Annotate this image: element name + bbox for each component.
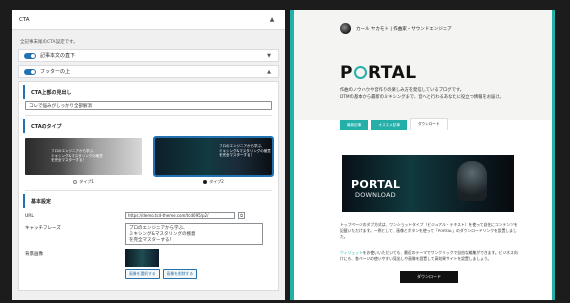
bg-image-label: 背景画像 — [25, 252, 43, 257]
type-2-preview-caption: フロのエンジニアから学ぶ、 ミキシング&マスタリングの極意 を完全マスターする！ — [219, 144, 271, 157]
panel-header[interactable]: CTA ▲ — [12, 10, 285, 30]
panel-title: CTA — [19, 16, 30, 23]
headline-input[interactable]: コレで悩みがしっかり全部解消 — [25, 101, 272, 110]
toggle-switch-icon[interactable] — [24, 68, 36, 75]
cta-settings-panel: CTA ▲ 全記事末尾のCTA設定です。 記事本文の直下 ▼ フッターの上 ▲ … — [12, 10, 285, 300]
catchphrase-row: キャッチフレーズ プロのエンジニアから学ぶ、 ミキシング&マスタリングの極意 を… — [25, 223, 272, 245]
bg-image-buttons: 画像を選択する 画像を削除する — [125, 269, 198, 279]
toggle-switch-icon[interactable] — [24, 52, 36, 59]
body-text-2-content: をお使いいただいても、最近のテーマでワンクリックで自由な編集ができます。ビジネス… — [340, 250, 518, 261]
site-hero: カール ヤカモト | 作曲家・サウンドエンジニア P RTAL 作曲のノウハウや音… — [294, 10, 552, 120]
chevron-down-icon[interactable]: ▼ — [263, 50, 275, 62]
select-image-button[interactable]: 画像を選択する — [125, 269, 160, 279]
toggle-row-after-content[interactable]: 記事本文の直下 ▼ — [18, 49, 279, 62]
tab-download[interactable]: ダウンロード — [409, 118, 448, 130]
tab-latest[interactable]: 最新記事 — [340, 120, 369, 130]
type-option-1[interactable]: フロのエンジニアから学ぶ、 ミキシング&マスタリングの極意 を完全マスターする！… — [25, 138, 142, 185]
divider — [25, 115, 272, 116]
site-description: 作曲のノウハウや音作りの楽しみ方を発信しているブログです。 DTMの基本から最新… — [340, 88, 504, 100]
tab-recommended[interactable]: オススメ記事 — [371, 120, 407, 130]
widget-link[interactable]: ウィジェット — [340, 250, 363, 255]
site-logo[interactable]: P RTAL — [340, 63, 417, 83]
section-title-basic: 基本設定 — [23, 194, 274, 208]
url-row: URL https://demo.tcd-theme.com/tcd095/p2… — [25, 212, 272, 219]
bg-image-row: 背景画像 画像を選択する 画像を削除する — [25, 249, 272, 279]
url-input[interactable]: https://demo.tcd-theme.com/tcd095/p2/ — [125, 212, 235, 219]
bg-image-thumbnail — [125, 249, 159, 267]
panel-note: 全記事末尾のCTA設定です。 — [20, 40, 78, 45]
avatar — [340, 23, 351, 34]
type-1-label: タイプ1 — [79, 179, 94, 184]
catchphrase-textarea[interactable]: プロのエンジニアから学ぶ、 ミキシング&マスタリングの極意 を完全マスターする！ — [125, 223, 263, 245]
download-banner-image[interactable]: PORTAL DOWNLOAD — [342, 155, 514, 212]
radio-checked-icon[interactable] — [203, 180, 208, 184]
type-options: フロのエンジニアから学ぶ、 ミキシング&マスタリングの極意 を完全マスターする！… — [25, 136, 274, 185]
bg-image-controls: 画像を選択する 画像を削除する — [125, 249, 198, 279]
type-option-2[interactable]: フロのエンジニアから学ぶ、 ミキシング&マスタリングの極意 を完全マスターする！… — [153, 136, 274, 185]
author-line: カール ヤカモト | 作曲家・サウンドエンジニア — [340, 23, 452, 34]
divider — [25, 190, 272, 191]
type-2-preview-image[interactable]: フロのエンジニアから学ぶ、 ミキシング&マスタリングの極意 を完全マスターする！ — [153, 136, 274, 177]
type-2-label: タイプ2 — [209, 179, 224, 184]
body-text: トップページのタブ方式は、ワンショットタイプ（ビジュアル・テキスト）を使って自在… — [340, 222, 518, 239]
author-name: カール ヤカモト | 作曲家・サウンドエンジニア — [356, 26, 452, 32]
type-2-radio[interactable]: タイプ2 — [155, 179, 272, 185]
site-preview-page: カール ヤカモト | 作曲家・サウンドエンジニア P RTAL 作曲のノウハウや音… — [294, 10, 552, 300]
headphone-person-image — [457, 161, 487, 201]
section-title-headline: CTA上部の見出し — [23, 85, 274, 99]
toggle-label: フッターの上 — [40, 69, 71, 75]
banner-subtitle: DOWNLOAD — [355, 191, 396, 199]
url-label: URL — [25, 214, 34, 219]
section-title-type: CTAのタイプ — [23, 119, 274, 133]
site-preview-panel: カール ヤカモト | 作曲家・サウンドエンジニア P RTAL 作曲のノウハウや音… — [290, 10, 555, 300]
radio-icon[interactable] — [73, 180, 78, 184]
type-1-preview-image[interactable]: フロのエンジニアから学ぶ、 ミキシング&マスタリングの極意 を完全マスターする！ — [25, 138, 142, 175]
external-link-icon[interactable]: ⧉ — [238, 212, 245, 219]
type-1-preview-caption: フロのエンジニアから学ぶ、 ミキシング&マスタリングの極意 を完全マスターする！ — [51, 149, 103, 162]
remove-image-button[interactable]: 画像を削除する — [162, 269, 198, 279]
cta-settings-box: CTA上部の見出し コレで悩みがしっかり全部解消 CTAのタイプ フロのエンジニ… — [18, 81, 279, 291]
logo-o-ring-icon — [353, 66, 367, 79]
collapse-caret-icon[interactable]: ▲ — [266, 14, 278, 26]
type-1-radio[interactable]: タイプ1 — [25, 179, 142, 185]
toggle-row-above-footer[interactable]: フッターの上 ▲ — [18, 65, 279, 78]
banner-title: PORTAL — [351, 178, 401, 191]
body-text-2: ウィジェットをお使いいただいても、最近のテーマでワンクリックで自由な編集ができま… — [340, 250, 520, 262]
toggle-label: 記事本文の直下 — [40, 53, 76, 59]
catchphrase-label: キャッチフレーズ — [25, 226, 61, 231]
download-button[interactable]: ダウンロード — [400, 271, 458, 283]
content-tabs: 最新記事 オススメ記事 ダウンロード — [340, 118, 448, 130]
chevron-up-icon[interactable]: ▲ — [263, 66, 275, 78]
